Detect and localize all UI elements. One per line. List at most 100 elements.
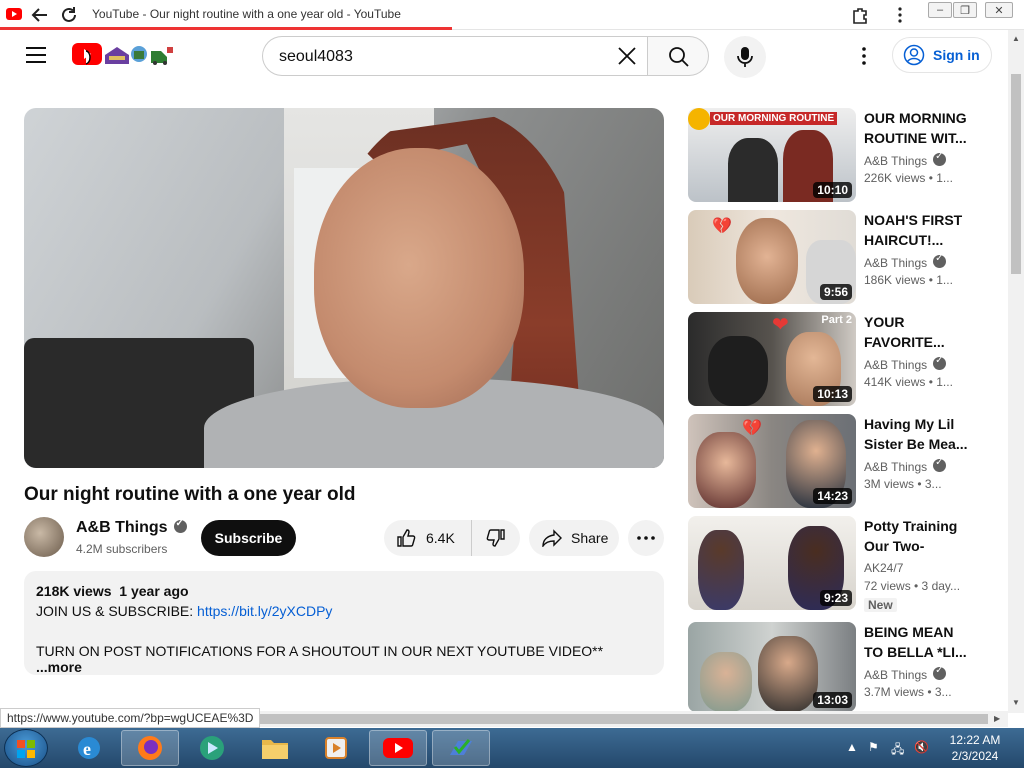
recommendation-thumbnail[interactable]: Part 2 ❤ 10:13 bbox=[688, 312, 856, 406]
video-description[interactable]: 218K views 1 year ago JOIN US & SUBSCRIB… bbox=[24, 571, 664, 675]
description-text: TURN ON POST NOTIFICATIONS FOR A SHOUTOU… bbox=[36, 643, 604, 659]
recommendation-item[interactable]: 💔 9:56 NOAH'S FIRST HAIRCUT!... A&B Thin… bbox=[688, 210, 998, 304]
hamburger-menu-icon[interactable] bbox=[26, 47, 46, 63]
scroll-right-icon[interactable]: ▶ bbox=[994, 714, 1000, 723]
recommendation-channel[interactable]: A&B Things bbox=[864, 253, 947, 270]
file-explorer-taskbar-icon[interactable] bbox=[246, 730, 304, 766]
recommendation-item[interactable]: Part 2 ❤ 10:13 YOUR FAVORITE... A&B Thin… bbox=[688, 312, 998, 406]
recommendation-views: 186K views • 1... bbox=[864, 273, 953, 287]
vertical-scroll-thumb[interactable] bbox=[1011, 74, 1021, 274]
channel-avatar[interactable] bbox=[24, 517, 64, 557]
recommendation-channel[interactable]: A&B Things bbox=[864, 457, 947, 474]
youtube-doodle-logo[interactable] bbox=[103, 43, 175, 65]
start-button[interactable] bbox=[4, 729, 48, 767]
youtube-logo[interactable] bbox=[72, 43, 102, 65]
recommendation-thumbnail[interactable]: 💔 14:23 bbox=[688, 414, 856, 508]
broken-heart-icon: 💔 bbox=[712, 218, 732, 235]
recommendation-views: 226K views • 1... bbox=[864, 171, 953, 185]
thumb-figure bbox=[758, 636, 818, 712]
view-count: 218K views bbox=[36, 583, 112, 599]
description-link[interactable]: https://bit.ly/2yXCDPy bbox=[197, 603, 332, 619]
recommendation-title[interactable]: BEING MEAN TO BELLA *LI... bbox=[864, 622, 970, 662]
recommendation-item[interactable]: 9:23 Potty Training Our Two-Year-... AK2… bbox=[688, 516, 998, 612]
action-center-flag-icon[interactable]: ⚑ bbox=[868, 740, 884, 756]
thumb-figure bbox=[698, 530, 744, 610]
more-horizontal-icon bbox=[637, 536, 655, 540]
settings-kebab-icon[interactable] bbox=[852, 44, 876, 68]
network-icon[interactable]: 🖧 bbox=[891, 740, 907, 756]
recommendation-thumbnail[interactable]: 💔 9:56 bbox=[688, 210, 856, 304]
recommendation-channel[interactable]: A&B Things bbox=[864, 665, 947, 682]
recommendation-item[interactable]: 💔 14:23 Having My Lil Sister Be Mea... A… bbox=[688, 414, 998, 508]
share-label: Share bbox=[571, 530, 609, 546]
recommendation-channel[interactable]: A&B Things bbox=[864, 151, 947, 168]
clock-date: 2/3/2024 bbox=[951, 749, 999, 763]
horizontal-scroll-thumb[interactable] bbox=[250, 714, 988, 724]
checklist-app-taskbar-icon[interactable] bbox=[432, 730, 490, 766]
close-icon[interactable]: ✕ bbox=[985, 2, 1013, 18]
youtube-header: Sign in bbox=[0, 30, 1008, 82]
recommendation-channel[interactable]: AK24/7 bbox=[864, 561, 903, 575]
channel-name[interactable]: A&B Things bbox=[76, 518, 187, 537]
video-player[interactable] bbox=[24, 108, 664, 468]
thumbnail-caption: Part 2 bbox=[821, 314, 852, 326]
media-player-taskbar-icon[interactable] bbox=[183, 730, 241, 766]
firefox-taskbar-icon[interactable] bbox=[121, 730, 179, 766]
reload-icon[interactable] bbox=[57, 3, 81, 27]
internet-explorer-taskbar-icon[interactable]: e bbox=[60, 730, 118, 766]
verified-check-icon bbox=[933, 253, 947, 268]
account-icon bbox=[903, 44, 925, 66]
recommendation-views: 3M views • 3... bbox=[864, 477, 942, 491]
volume-muted-icon[interactable]: 🔇 bbox=[914, 740, 930, 756]
subscribe-button[interactable]: Subscribe bbox=[201, 520, 296, 556]
recommendation-title[interactable]: Potty Training Our Two-Year-... bbox=[864, 516, 970, 556]
browser-menu-icon[interactable] bbox=[888, 3, 912, 27]
search-input[interactable] bbox=[279, 46, 599, 68]
recommendation-title[interactable]: OUR MORNING ROUTINE WIT... bbox=[864, 108, 970, 148]
taskbar-clock[interactable]: 12:22 AM 2/3/2024 bbox=[940, 732, 1010, 764]
search-button[interactable] bbox=[647, 36, 709, 76]
minimize-icon[interactable]: – bbox=[928, 2, 952, 18]
scroll-down-icon[interactable]: ▼ bbox=[1012, 698, 1020, 707]
broken-heart-icon: 💔 bbox=[742, 420, 762, 437]
recommendation-title[interactable]: YOUR FAVORITE... bbox=[864, 312, 970, 352]
restore-icon[interactable]: ❐ bbox=[953, 2, 977, 18]
verified-check-icon bbox=[933, 151, 947, 166]
tab-title: YouTube - Our night routine with a one y… bbox=[92, 7, 401, 21]
sign-in-label: Sign in bbox=[933, 47, 980, 63]
vertical-scrollbar[interactable]: ▲ ▼ bbox=[1008, 30, 1024, 713]
thumb-figure bbox=[696, 432, 756, 508]
recommendation-thumbnail[interactable]: 13:03 bbox=[688, 622, 856, 712]
back-arrow-icon[interactable] bbox=[28, 3, 52, 27]
voice-search-button[interactable] bbox=[724, 36, 766, 78]
like-dislike-group: 6.4K bbox=[384, 520, 520, 556]
recommendation-item[interactable]: OUR MORNING ROUTINE 10:10 OUR MORNING RO… bbox=[688, 108, 998, 202]
recommendation-thumbnail[interactable]: OUR MORNING ROUTINE 10:10 bbox=[688, 108, 856, 202]
scroll-up-icon[interactable]: ▲ bbox=[1012, 34, 1020, 43]
subscriber-count: 4.2M subscribers bbox=[76, 542, 168, 556]
video-app-taskbar-icon[interactable] bbox=[307, 730, 365, 766]
extensions-icon[interactable] bbox=[848, 3, 872, 27]
share-button[interactable]: Share bbox=[529, 520, 619, 556]
youtube-favicon-icon bbox=[6, 8, 22, 20]
share-arrow-icon bbox=[542, 529, 562, 547]
status-bar-url: https://www.youtube.com/?bp=wgUCEAE%3D bbox=[0, 708, 261, 728]
dislike-button[interactable] bbox=[472, 528, 520, 548]
clear-search-icon[interactable] bbox=[615, 44, 639, 68]
show-more-link[interactable]: ...more bbox=[36, 659, 82, 675]
svg-text:e: e bbox=[83, 739, 91, 759]
sun-icon bbox=[688, 108, 710, 130]
sign-in-button[interactable]: Sign in bbox=[892, 37, 992, 73]
recommendation-channel[interactable]: A&B Things bbox=[864, 355, 947, 372]
recommendation-title[interactable]: NOAH'S FIRST HAIRCUT!... bbox=[864, 210, 970, 250]
recommendation-item[interactable]: 13:03 BEING MEAN TO BELLA *LI... A&B Thi… bbox=[688, 622, 998, 712]
more-actions-button[interactable] bbox=[628, 520, 664, 556]
verified-check-icon bbox=[933, 665, 947, 680]
show-hidden-icons-icon[interactable]: ▲ bbox=[846, 740, 862, 756]
recommendation-title[interactable]: Having My Lil Sister Be Mea... bbox=[864, 414, 970, 454]
like-button[interactable]: 6.4K bbox=[384, 520, 472, 556]
description-line-2: TURN ON POST NOTIFICATIONS FOR A SHOUTOU… bbox=[36, 643, 652, 675]
recommendation-thumbnail[interactable]: 9:23 bbox=[688, 516, 856, 610]
thumb-figure bbox=[728, 138, 778, 202]
youtube-taskbar-icon[interactable] bbox=[369, 730, 427, 766]
